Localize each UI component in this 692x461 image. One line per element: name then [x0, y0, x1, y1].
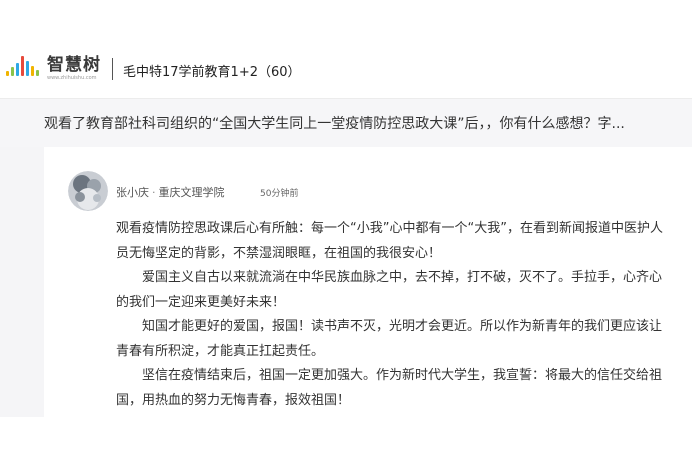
author-name[interactable]: 张小庆: [116, 186, 149, 199]
header-divider: [112, 58, 113, 80]
answer-paragraph: 爱国主义自古以来就流淌在中华民族血脉之中，去不掉，打不破，灭不了。手拉手，心齐心…: [116, 270, 663, 310]
author-school: 重庆文理学院: [158, 186, 225, 199]
logo-bars-icon: [6, 56, 44, 80]
answer-paragraph: 观看疫情防控思政课后心有所触：每一个“小我”心中都有一个“大我”，在看到新闻报道…: [116, 221, 663, 261]
post-time: 50分钟前: [260, 189, 299, 199]
answer-body: 观看疫情防控思政课后心有所触：每一个“小我”心中都有一个“大我”，在看到新闻报道…: [116, 217, 672, 413]
avatar[interactable]: [68, 171, 108, 211]
course-title[interactable]: 毛中特17学前教育1+2（60）: [123, 61, 301, 80]
author-separator: ·: [152, 186, 156, 199]
logo-text: 智慧树: [47, 55, 101, 75]
zhihuishu-logo[interactable]: 智慧树 www.zhihuishu.com: [6, 56, 101, 86]
author-info: 张小庆 · 重庆文理学院: [116, 184, 225, 200]
question-text[interactable]: 观看了教育部社科司组织的“全国大学生同上一堂疫情防控思政大课”后，，你有什么感想…: [44, 113, 625, 133]
question-bar: 观看了教育部社科司组织的“全国大学生同上一堂疫情防控思政大课”后，，你有什么感想…: [0, 98, 692, 148]
answer-paragraph: 坚信在疫情结束后，祖国一定更加强大。作为新时代大学生，我宣誓：将最大的信任交给祖…: [116, 368, 663, 408]
side-strip: [0, 147, 44, 417]
logo-url: www.zhihuishu.com: [47, 75, 97, 81]
answer-paragraph: 知国才能更好的爱国，报国！读书声不灭，光明才会更近。所以作为新青年的我们更应该让…: [116, 319, 663, 359]
answer-card: 张小庆 · 重庆文理学院 50分钟前 观看疫情防控思政课后心有所触：每一个“小我”心…: [44, 147, 692, 417]
top-header: 智慧树 www.zhihuishu.com 毛中特17学前教育1+2（60）: [0, 0, 692, 98]
